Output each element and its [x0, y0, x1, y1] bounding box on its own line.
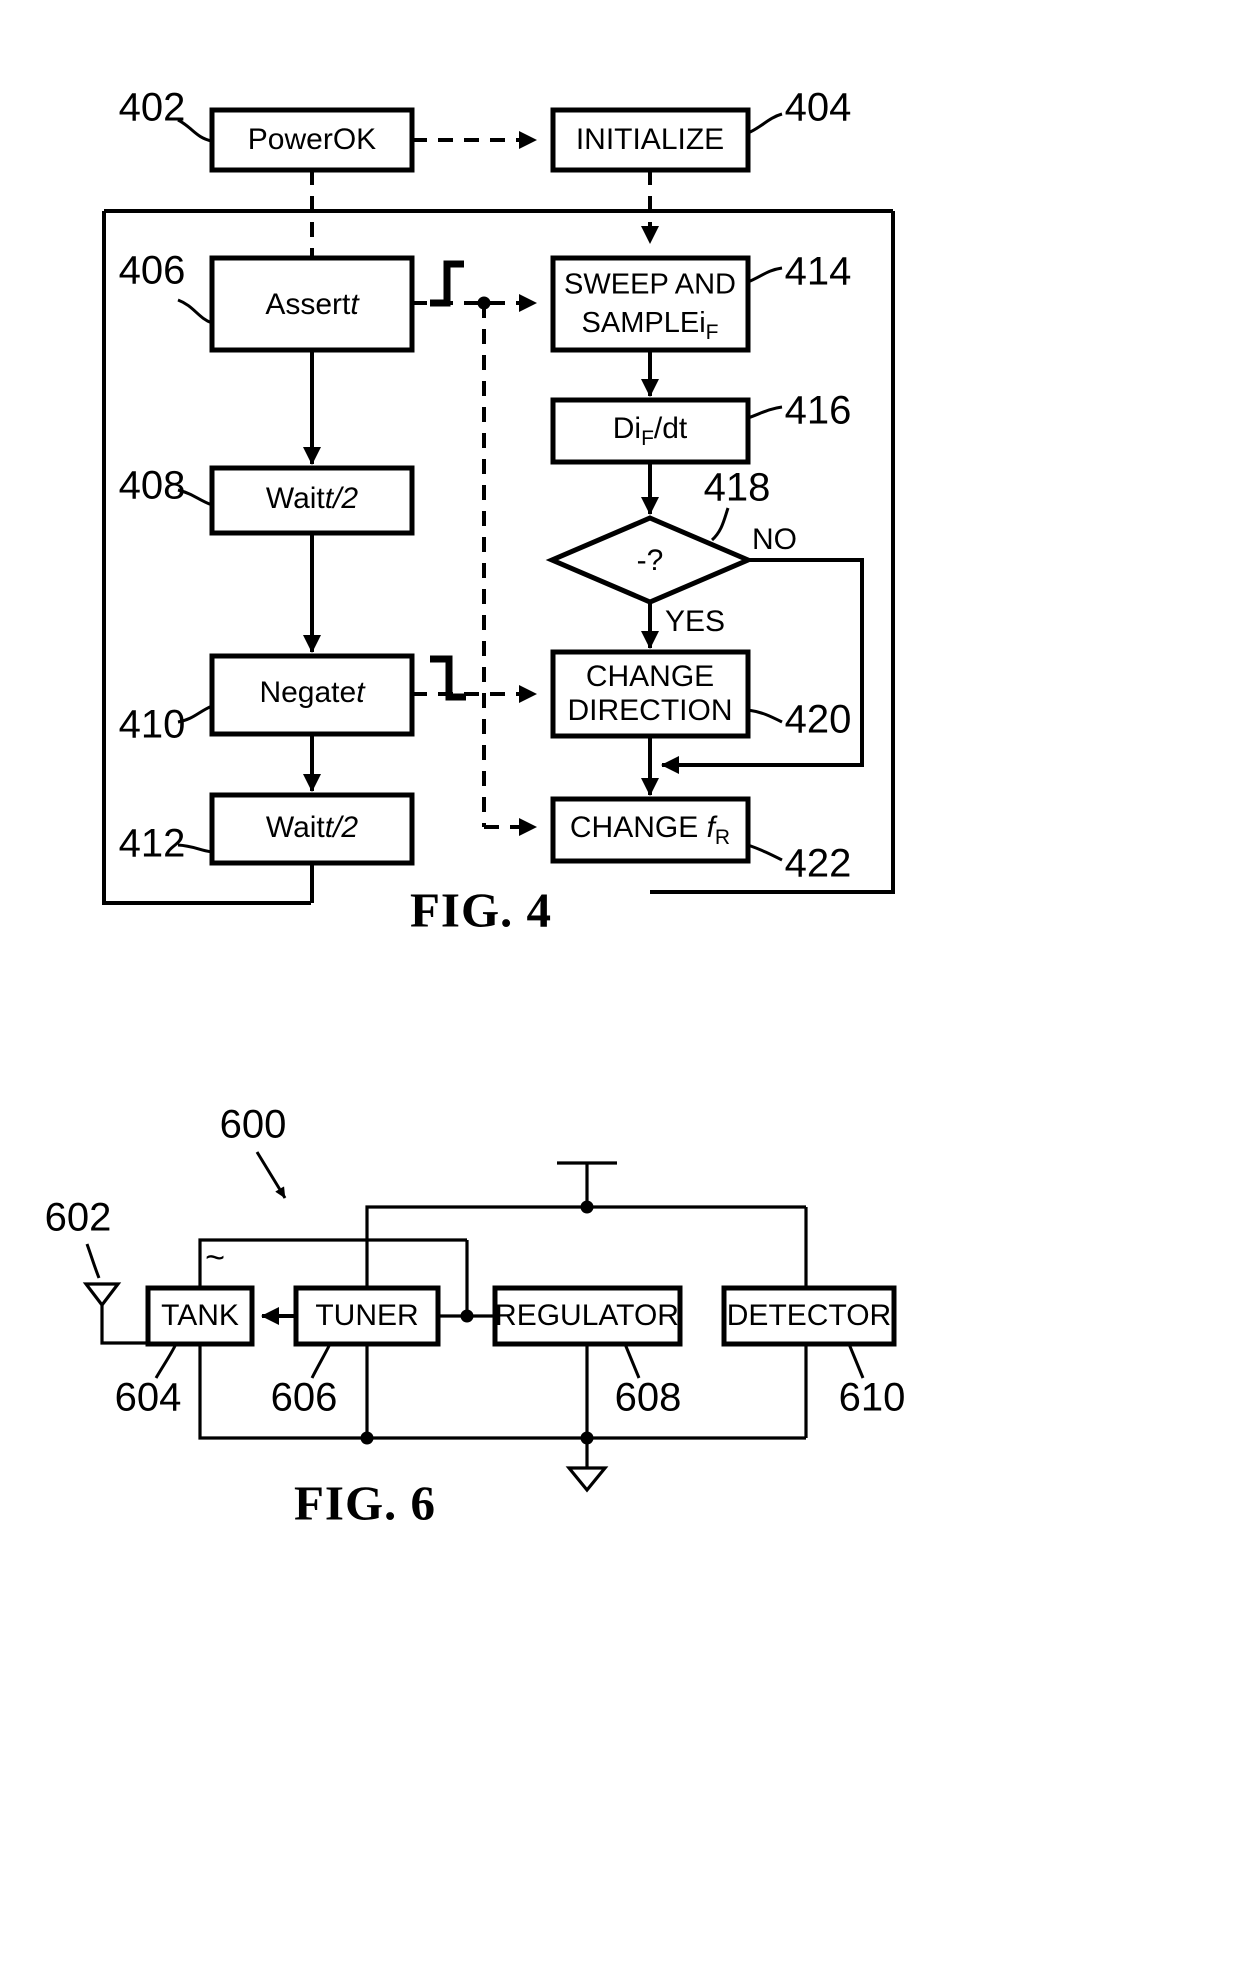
- node-420-change-direction[interactable]: CHANGE DIRECTION: [550, 649, 751, 739]
- node-404-leader: [747, 112, 783, 135]
- figure-4-group: PowerOK 402 INITIALIZE 404 Assertt 406 S…: [102, 86, 895, 937]
- node-604-label: TANK: [161, 1299, 239, 1332]
- wire-tuner-top-to-rail: [365, 1205, 806, 1288]
- fig4-caption: FIG. 4: [410, 882, 552, 937]
- ref-420: 420: [785, 698, 852, 742]
- node-408-label: Waitt/2: [266, 482, 359, 515]
- node-416-leader: [747, 405, 783, 420]
- ground-symbol: [565, 1466, 609, 1493]
- wire-tank-top-to-right: [198, 1238, 467, 1288]
- junction-dot-ground-rail: [580, 1431, 594, 1445]
- node-606-label: TUNER: [315, 1299, 418, 1332]
- antenna-602-triangle: [82, 1282, 122, 1308]
- ref-414: 414: [785, 250, 852, 294]
- ref-408: 408: [119, 464, 186, 508]
- ref-418: 418: [704, 466, 771, 510]
- node-414-label-line2: SAMPLEiF: [582, 307, 719, 344]
- node-606-leader: [310, 1343, 332, 1379]
- node-402-label: PowerOK: [248, 123, 376, 156]
- node-408-wait[interactable]: Waitt/2: [209, 465, 415, 536]
- node-420-label-line1: CHANGE: [586, 660, 714, 693]
- rising-edge-icon: [430, 260, 464, 307]
- ref-604: 604: [115, 1376, 182, 1420]
- ac-marker: ~: [205, 1239, 225, 1277]
- falling-edge-icon: [430, 655, 466, 701]
- node-404-label: INITIALIZE: [576, 123, 724, 156]
- ref-610: 610: [839, 1376, 906, 1420]
- junction-dot-vdd: [580, 1200, 594, 1214]
- node-608-label: REGULATOR: [495, 1299, 679, 1332]
- ref-422: 422: [785, 842, 852, 886]
- node-418-leader: [710, 507, 730, 542]
- node-422-leader: [747, 843, 783, 862]
- ref-404: 404: [785, 86, 852, 130]
- ref-416: 416: [785, 389, 852, 433]
- ref-602: 602: [45, 1196, 112, 1240]
- node-402-powerok[interactable]: PowerOK: [209, 107, 415, 173]
- ref-602-leader: [85, 1243, 101, 1279]
- node-420-leader: [747, 708, 783, 724]
- node-422-change-fr[interactable]: CHANGE fR: [550, 796, 751, 864]
- ref-608: 608: [615, 1376, 682, 1420]
- ref-406: 406: [119, 249, 186, 293]
- node-420-label-line2: DIRECTION: [568, 694, 733, 727]
- node-414-sweep-sample[interactable]: SWEEP AND SAMPLEiF: [550, 255, 751, 353]
- node-606-tuner[interactable]: TUNER: [293, 1285, 441, 1347]
- ref-410: 410: [119, 703, 186, 747]
- node-610-leader: [847, 1343, 865, 1379]
- node-418-label: -?: [637, 544, 664, 577]
- ref-402: 402: [119, 86, 186, 130]
- figure-6-group: 600 602 TANK 604 TUNER 606 REGULATOR 608…: [45, 1103, 906, 1531]
- node-406-leader: [177, 298, 213, 325]
- node-406-assert[interactable]: Assertt: [209, 255, 415, 353]
- node-604-tank[interactable]: TANK: [145, 1285, 255, 1347]
- node-416-difdt[interactable]: DiF/dt: [550, 397, 751, 465]
- node-604-leader: [154, 1343, 178, 1379]
- node-412-wait[interactable]: Waitt/2: [209, 792, 415, 866]
- patent-figure-sheet: PowerOK 402 INITIALIZE 404 Assertt 406 S…: [0, 0, 1240, 1972]
- node-608-leader: [623, 1343, 641, 1379]
- node-610-detector[interactable]: DETECTOR: [721, 1285, 897, 1347]
- node-412-label: Waitt/2: [266, 811, 359, 844]
- node-410-label: Negatet: [259, 676, 366, 709]
- branch-label-yes: YES: [665, 605, 725, 638]
- antenna-602[interactable]: [82, 1282, 148, 1345]
- node-414-leader: [747, 266, 783, 284]
- node-406-label: Assertt: [265, 288, 360, 321]
- ref-600: 600: [220, 1103, 287, 1147]
- node-422-label: CHANGE fR: [570, 811, 730, 849]
- ref-600-arrow-curve: [255, 1151, 287, 1199]
- fig6-caption: FIG. 6: [294, 1475, 436, 1530]
- node-414-label-line1: SWEEP AND: [564, 269, 736, 301]
- node-610-label: DETECTOR: [727, 1299, 891, 1332]
- node-608-regulator[interactable]: REGULATOR: [492, 1285, 683, 1347]
- node-404-initialize[interactable]: INITIALIZE: [550, 107, 751, 173]
- ref-412: 412: [119, 822, 186, 866]
- node-410-negate[interactable]: Negatet: [209, 653, 415, 737]
- antenna-602-stem: [100, 1305, 148, 1345]
- branch-label-no: NO: [752, 523, 797, 556]
- ref-606: 606: [271, 1376, 338, 1420]
